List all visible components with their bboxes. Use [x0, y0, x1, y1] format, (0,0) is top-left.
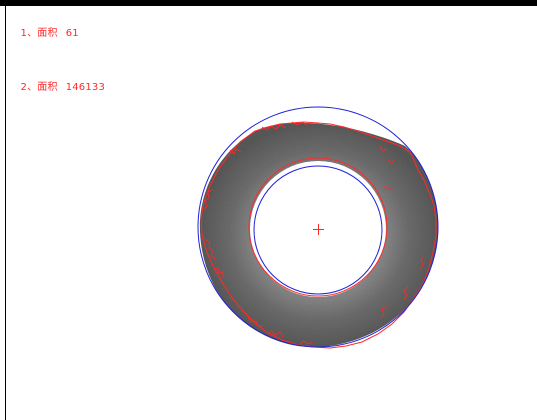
- readout-row: 1、面积 61: [7, 7, 105, 61]
- measurement-readout: 1、面积 61 2、面积 146133: [7, 7, 105, 115]
- readout-label: 面积: [37, 28, 58, 39]
- readout-label: 面积: [37, 82, 58, 93]
- readout-value: 61: [65, 28, 79, 39]
- readout-index: 2、: [20, 82, 38, 93]
- readout-value: 146133: [65, 82, 106, 93]
- readout-row: 2、面积 146133: [7, 61, 105, 115]
- readout-index: 1、: [20, 28, 38, 39]
